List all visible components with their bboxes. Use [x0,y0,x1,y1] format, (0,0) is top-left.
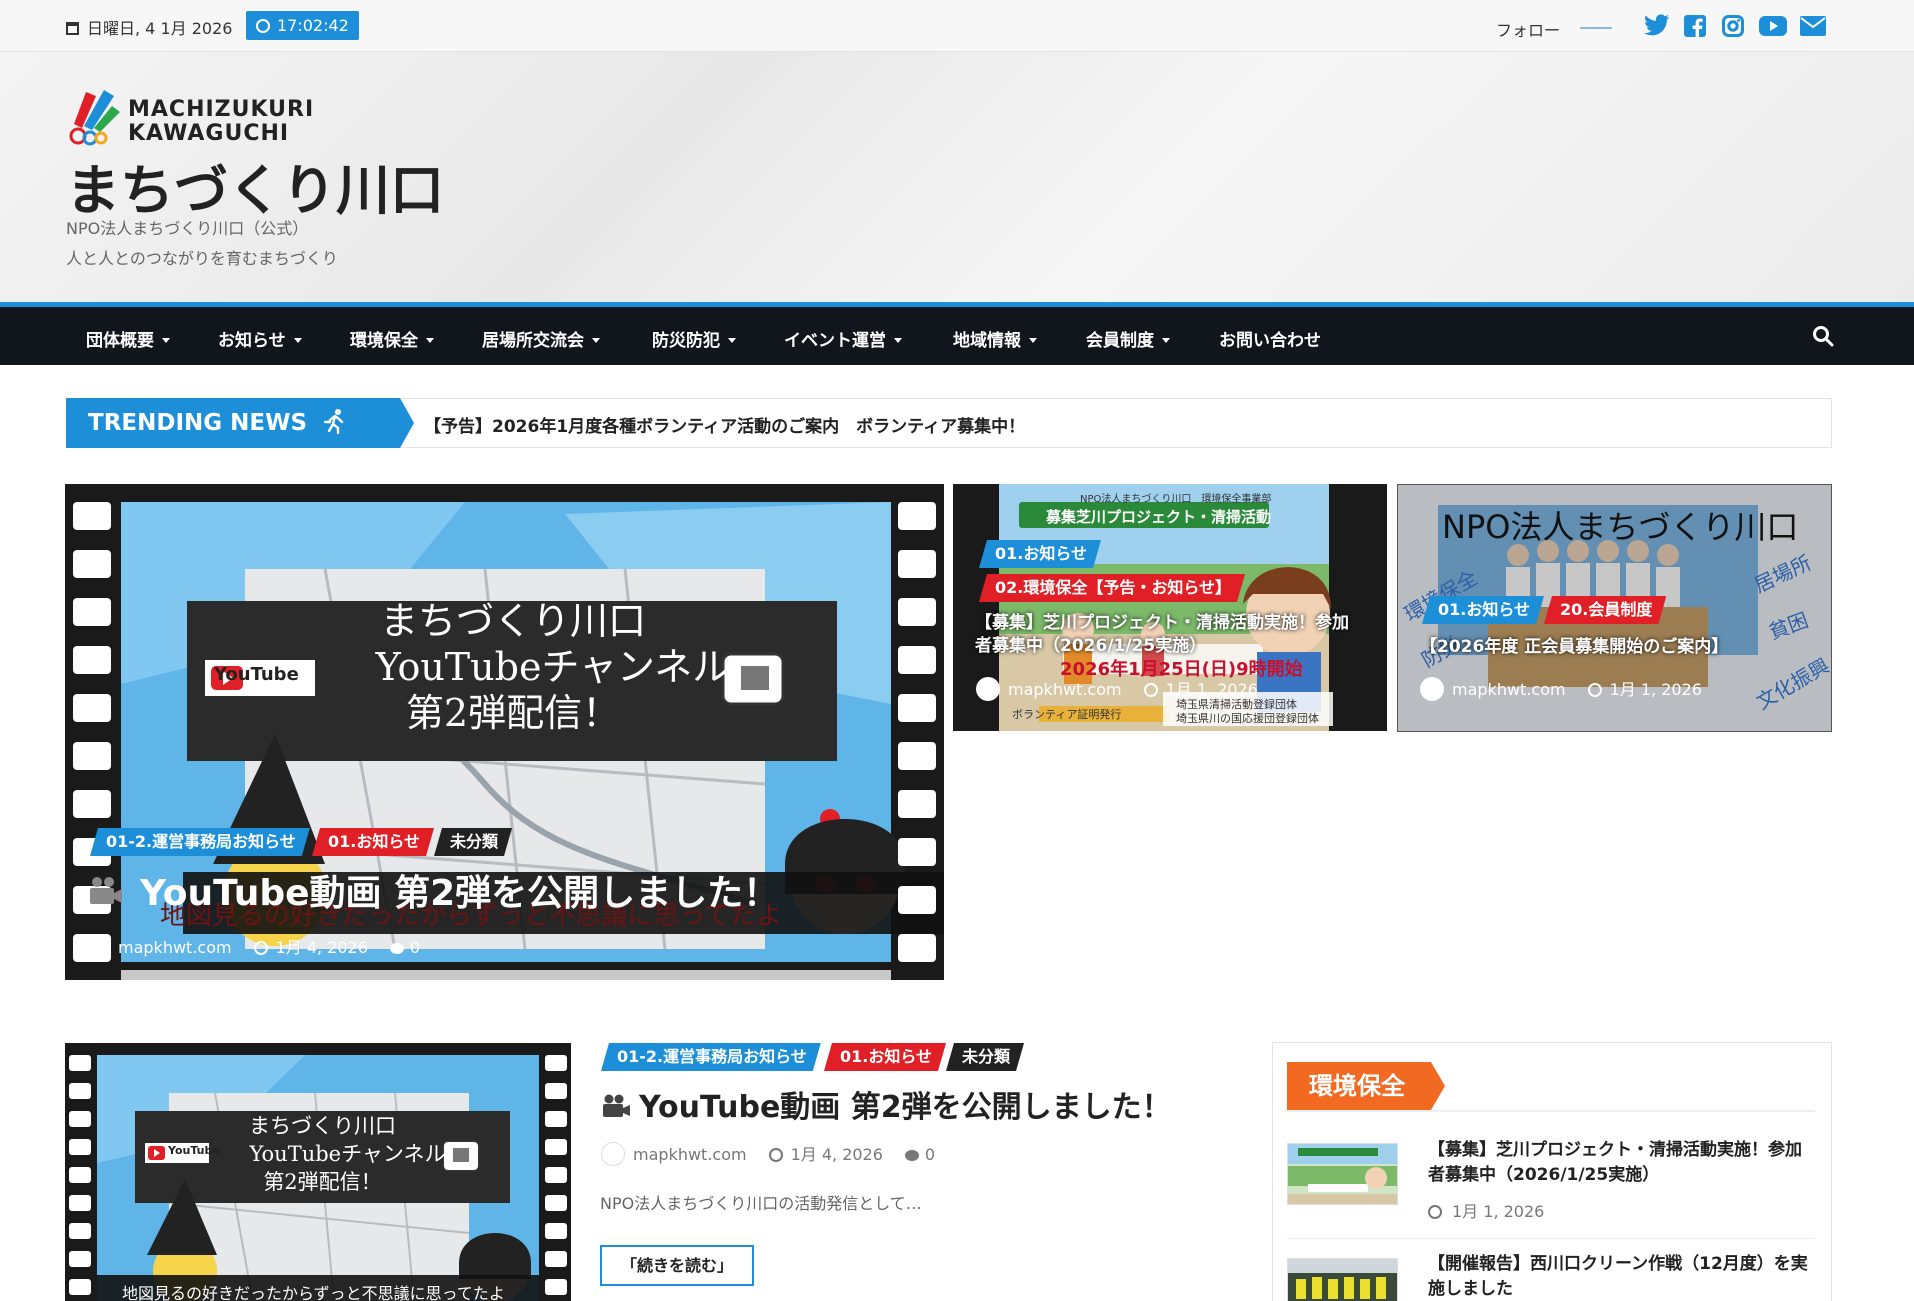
running-person-icon [323,409,344,435]
hero-post-date[interactable]: 1月 4, 2026 [276,938,368,957]
nav-item-membership[interactable]: 会員制度 [1086,326,1170,351]
current-time-badge: 17:02:42 [246,11,359,40]
card1-author-link[interactable]: mapkhwt.com [1008,680,1122,699]
sidebar-item-separator [1287,1238,1815,1239]
chevron-down-icon [293,338,302,343]
site-logo-mark[interactable] [66,84,122,146]
post-title-link[interactable]: YouTube動画 第2弾を公開しました！ [601,1082,1172,1126]
clock-icon [1428,1205,1442,1219]
card1-post-date[interactable]: 1月 1, 2026 [1166,680,1258,699]
sidebar-item-thumbnail[interactable] [1287,1143,1398,1205]
author-avatar [86,935,110,959]
clock-icon [768,1148,783,1162]
post-meta: mapkhwt.com 1月 4, 2026 0 [601,1141,935,1166]
card1-tag-news[interactable]: 01.お知らせ [979,540,1101,568]
card2-image-heading: NPO法人まちづくり川口 [1442,508,1799,546]
youtube-icon[interactable] [1759,14,1787,38]
sidebar-thumb-shibakawa [1288,1144,1397,1204]
card1-image-banner: 募集芝川プロジェクト・清掃活動 [1046,508,1272,526]
card2-author-link[interactable]: mapkhwt.com [1452,680,1566,699]
chevron-down-icon [426,338,434,343]
hero-tag-uncategorized[interactable]: 未分類 [434,828,512,856]
trending-label: TRENDING NEWS [66,398,400,448]
clock-icon [256,19,270,33]
facebook-icon[interactable] [1684,14,1706,38]
chevron-down-icon [162,338,170,343]
post-date[interactable]: 1月 4, 2026 [791,1145,883,1164]
search-icon[interactable] [1812,325,1834,347]
card2-post-date[interactable]: 1月 1, 2026 [1610,680,1702,699]
sidebar-item-title-link[interactable]: 【募集】芝川プロジェクト・清掃活動実施！参加者募集中（2026/1/25実施） [1428,1138,1818,1188]
hero-post-title[interactable]: YouTube動画 第2弾を公開しました！ [140,864,779,916]
hero-author-link[interactable]: mapkhwt.com [118,938,232,957]
logo-wordmark[interactable]: MACHIZUKURI KAWAGUCHI [128,98,314,146]
post-excerpt: NPO法人まちづくり川口の活動発信として… [600,1194,922,1213]
chevron-down-icon [1162,338,1170,343]
post-tag-uncategorized[interactable]: 未分類 [946,1043,1024,1071]
card1-image-orgs: 埼玉県清掃活動登録団体 埼玉県川の国応援団登録団体 [1176,698,1319,725]
sidebar-item-title-link[interactable]: 【開催報告】西川口クリーン作戦（12月度）を実施しました [1428,1252,1818,1301]
video-camera-icon [90,877,122,904]
nav-item-news[interactable]: お知らせ [218,326,302,351]
calendar-icon [66,22,79,35]
video-camera-icon [603,1094,630,1117]
hero-image-youtube-logo: YouTube [214,664,299,685]
sidebar-item-date: 1月 1, 2026 [1428,1198,1544,1222]
card2-post-meta: mapkhwt.com 1月 1, 2026 [1420,676,1702,701]
card1-image-note: ボランティア証明発行 [1012,708,1122,721]
card2-post-title[interactable]: 【2026年度 正会員募集開始のご案内】 [1420,636,1820,659]
comment-icon [904,1150,919,1161]
sidebar-item-thumbnail[interactable] [1287,1258,1398,1301]
author-avatar [1420,677,1444,701]
card2-tag-membership[interactable]: 20.会員制度 [1544,596,1666,624]
card2-tag-news[interactable]: 01.お知らせ [1422,596,1544,624]
chevron-down-icon [592,338,600,343]
instagram-icon[interactable] [1722,14,1744,38]
chevron-down-icon [1029,338,1037,343]
nav-item-disaster[interactable]: 防災防犯 [652,326,736,351]
hero-comment-count[interactable]: 0 [410,938,420,957]
chevron-down-icon [894,338,902,343]
nav-item-environment[interactable]: 環境保全 [350,326,434,351]
twitter-icon[interactable] [1644,14,1670,38]
hero-tag-news[interactable]: 01.お知らせ [312,828,434,856]
site-description: NPO法人まちづくり川口（公式） 人と人とのつながりを育むまちづくり [66,219,338,268]
card1-post-title[interactable]: 【募集】芝川プロジェクト・清掃活動実施！参加者募集中（2026/1/25実施） [975,612,1365,658]
nav-item-events[interactable]: イベント運営 [784,326,902,351]
nav-item-ibasho[interactable]: 居場所交流会 [482,326,600,351]
clock-icon [1143,683,1158,697]
author-avatar [601,1142,625,1166]
current-date: 日曜日, 4 1月 2026 [66,15,232,39]
nav-item-about[interactable]: 団体概要 [86,326,170,351]
trending-label-arrow [400,398,414,448]
sidebar-widget-heading[interactable]: 環境保全 [1287,1062,1431,1110]
chevron-down-icon [728,338,736,343]
trending-headline-link[interactable]: 【予告】2026年1月度各種ボランティア活動のご案内 ボランティア募集中！ [424,412,1025,437]
sidebar-heading-arrow [1431,1062,1445,1110]
card1-image-header: NPO法人まちづくり川口 環境保全事業部 [1080,494,1272,505]
clock-icon [253,941,268,955]
card1-post-meta: mapkhwt.com 1月 1, 2026 [976,676,1258,701]
post-author-link[interactable]: mapkhwt.com [633,1145,747,1164]
post-tag-admin-news[interactable]: 01-2.運営事務局お知らせ [601,1043,821,1071]
post-tag-news[interactable]: 01.お知らせ [824,1043,946,1071]
comment-icon [389,943,404,954]
mail-icon[interactable] [1800,14,1826,38]
post-image-youtube-logo: YouTube [168,1144,220,1157]
nav-item-local-info[interactable]: 地域情報 [953,326,1037,351]
post-image-subtitle: 地図見るの好きだったからずっと不思議に思ってたよ [122,1284,505,1301]
follow-label: フォロー [1496,21,1561,40]
card1-tag-environment[interactable]: 02.環境保全【予告・お知らせ】 [979,574,1245,602]
read-more-button[interactable]: 「続きを読む」 [600,1245,754,1286]
follow-divider [1580,27,1612,29]
hero-post-meta: mapkhwt.com 1月 4, 2026 0 [86,934,420,959]
sidebar-thumb-cleanup [1288,1259,1397,1301]
author-avatar [976,677,1000,701]
hero-tag-admin-news[interactable]: 01-2.運営事務局お知らせ [90,828,310,856]
clock-icon [1587,683,1602,697]
post-comment-count[interactable]: 0 [925,1145,935,1164]
sidebar-heading-divider [1287,1110,1815,1112]
nav-item-contact[interactable]: お問い合わせ [1219,326,1321,351]
